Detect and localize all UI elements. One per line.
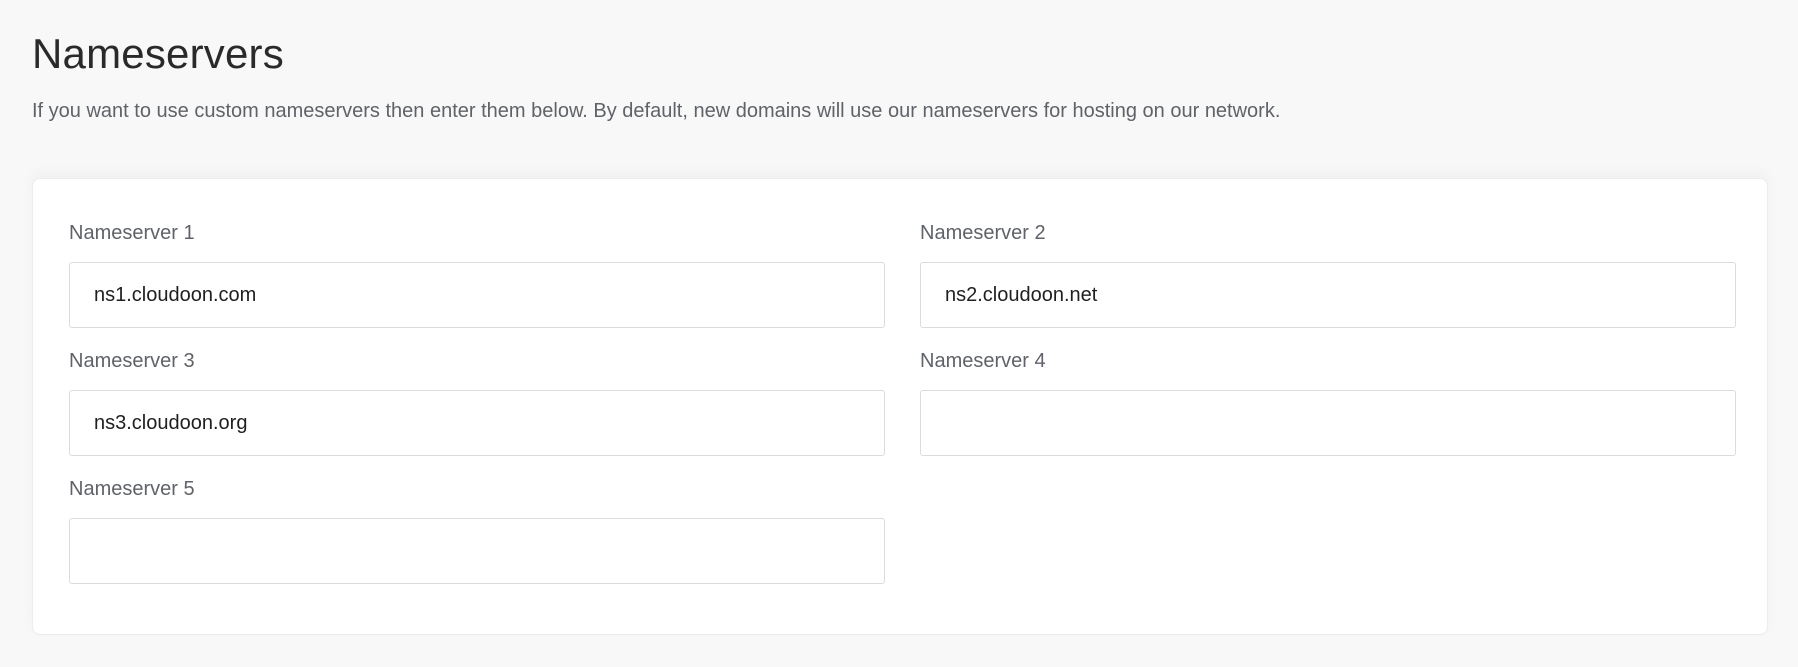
nameserver-3-input[interactable] xyxy=(69,390,885,456)
nameserver-4-field: Nameserver 4 xyxy=(920,349,1736,456)
nameserver-4-input[interactable] xyxy=(920,390,1736,456)
page-title: Nameservers xyxy=(32,30,284,77)
nameserver-2-input[interactable] xyxy=(920,262,1736,328)
nameserver-5-field: Nameserver 5 xyxy=(69,477,885,584)
nameserver-1-field: Nameserver 1 xyxy=(69,221,885,328)
nameserver-4-label: Nameserver 4 xyxy=(920,350,1046,372)
nameserver-5-label: Nameserver 5 xyxy=(69,478,195,500)
page-description: If you want to use custom nameservers th… xyxy=(32,100,1281,122)
nameserver-1-label: Nameserver 1 xyxy=(69,222,195,244)
nameserver-2-label: Nameserver 2 xyxy=(920,222,1046,244)
nameserver-3-field: Nameserver 3 xyxy=(69,349,885,456)
nameservers-form-card: Nameserver 1 Nameserver 2 Nameserver 3 N… xyxy=(32,178,1768,635)
nameserver-1-input[interactable] xyxy=(69,262,885,328)
nameserver-3-label: Nameserver 3 xyxy=(69,350,195,372)
nameserver-5-input[interactable] xyxy=(69,518,885,584)
nameserver-2-field: Nameserver 2 xyxy=(920,221,1736,328)
nameservers-page: Nameservers If you want to use custom na… xyxy=(0,0,1798,667)
